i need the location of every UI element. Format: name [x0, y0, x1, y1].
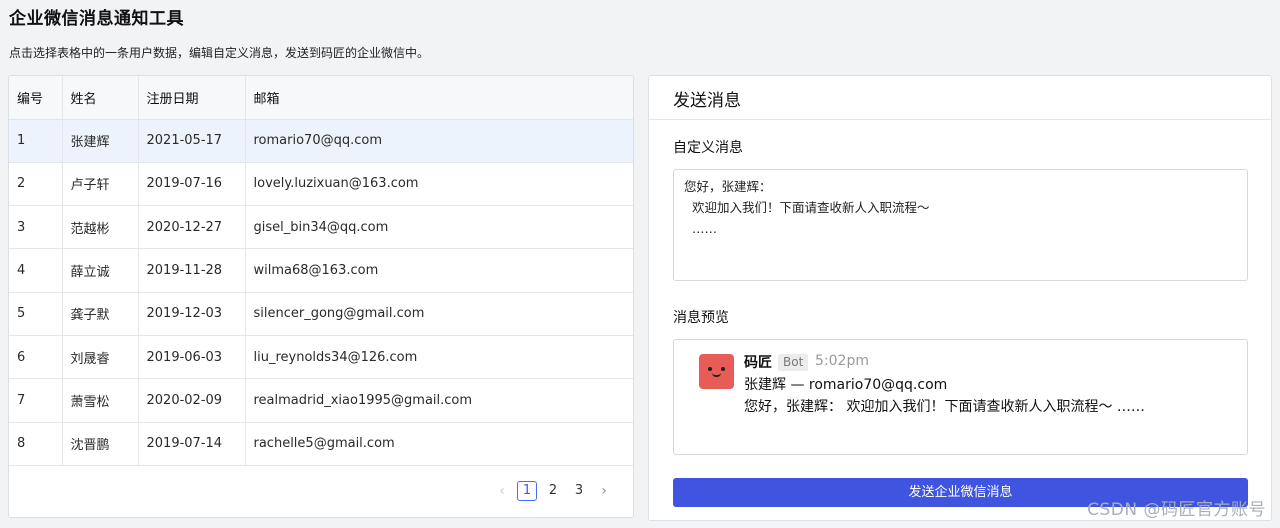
- cell-name: 薛立诚: [62, 248, 139, 293]
- cell-date: 2019-07-16: [138, 162, 246, 207]
- pagination: ‹ 1 2 3 ›: [493, 481, 613, 501]
- header-id[interactable]: 编号: [9, 76, 63, 120]
- table-row[interactable]: 7 萧雪松 2020-02-09 realmadrid_xiao1995@gma…: [9, 378, 633, 423]
- cell-email: gisel_bin34@qq.com: [245, 205, 633, 250]
- table-row[interactable]: 3 范越彬 2020-12-27 gisel_bin34@qq.com: [9, 205, 633, 250]
- cell-email: lovely.luzixuan@163.com: [245, 162, 633, 207]
- cell-email: rachelle5@gmail.com: [245, 422, 633, 466]
- cell-date: 2021-05-17: [138, 119, 246, 163]
- page-subtitle: 点击选择表格中的一条用户数据，编辑自定义消息，发送到码匠的企业微信中。: [9, 46, 430, 60]
- cell-id: 6: [9, 335, 63, 380]
- cell-email: realmadrid_xiao1995@gmail.com: [245, 378, 633, 423]
- header-email[interactable]: 邮箱: [245, 76, 633, 120]
- avatar-eye-icon: [721, 367, 725, 371]
- header-name[interactable]: 姓名: [62, 76, 139, 120]
- table-row[interactable]: 6 刘晟睿 2019-06-03 liu_reynolds34@126.com: [9, 335, 633, 380]
- send-message-panel: 发送消息 自定义消息 您好，张建辉： 欢迎加入我们！下面请查收新人入职流程～ ……: [648, 75, 1272, 521]
- cell-email: wilma68@163.com: [245, 248, 633, 293]
- cell-name: 刘晟睿: [62, 335, 139, 380]
- preview-recipient-line: 张建辉 — romario70@qq.com: [744, 377, 948, 393]
- page-button-2[interactable]: 2: [543, 481, 563, 501]
- page-button-1[interactable]: 1: [517, 481, 537, 501]
- csdn-watermark: CSDN @码匠官方账号: [1087, 500, 1266, 520]
- preview-message-line: 您好，张建辉： 欢迎加入我们！下面请查收新人入职流程～ ……: [744, 399, 1145, 415]
- cell-id: 3: [9, 205, 63, 250]
- cell-date: 2020-12-27: [138, 205, 246, 250]
- table-row[interactable]: 1 张建辉 2021-05-17 romario70@qq.com: [9, 119, 633, 163]
- cell-id: 7: [9, 378, 63, 423]
- cell-id: 8: [9, 422, 63, 466]
- cell-name: 范越彬: [62, 205, 139, 250]
- user-table-panel: 编号 姓名 注册日期 邮箱 1 张建辉 2021-05-17 romario70…: [8, 75, 634, 518]
- cell-name: 张建辉: [62, 119, 139, 163]
- table-row[interactable]: 5 龚子默 2019-12-03 silencer_gong@gmail.com: [9, 292, 633, 336]
- cell-date: 2019-12-03: [138, 292, 246, 336]
- cell-name: 龚子默: [62, 292, 139, 336]
- bot-avatar: [699, 354, 734, 389]
- bot-badge: Bot: [778, 354, 809, 371]
- cell-date: 2020-02-09: [138, 378, 246, 423]
- custom-message-textarea[interactable]: 您好，张建辉： 欢迎加入我们！下面请查收新人入职流程～ ……: [673, 169, 1248, 281]
- message-preview-label: 消息预览: [673, 310, 729, 326]
- cell-date: 2019-07-14: [138, 422, 246, 466]
- cell-email: liu_reynolds34@126.com: [245, 335, 633, 380]
- cell-email: silencer_gong@gmail.com: [245, 292, 633, 336]
- cell-id: 1: [9, 119, 63, 163]
- cell-id: 2: [9, 162, 63, 207]
- next-page-icon[interactable]: ›: [595, 483, 613, 499]
- message-time: 5:02pm: [815, 353, 869, 369]
- custom-message-label: 自定义消息: [673, 140, 743, 156]
- header-date[interactable]: 注册日期: [138, 76, 246, 120]
- send-panel-title: 发送消息: [649, 76, 1271, 120]
- cell-name: 萧雪松: [62, 378, 139, 423]
- cell-id: 5: [9, 292, 63, 336]
- page-button-3[interactable]: 3: [569, 481, 589, 501]
- table-row[interactable]: 8 沈晋鹏 2019-07-14 rachelle5@gmail.com: [9, 422, 633, 466]
- table-row[interactable]: 2 卢子轩 2019-07-16 lovely.luzixuan@163.com: [9, 162, 633, 207]
- page-title: 企业微信消息通知工具: [9, 9, 184, 29]
- avatar-mouth-icon: [712, 373, 721, 377]
- prev-page-icon[interactable]: ‹: [493, 483, 511, 499]
- user-table: 编号 姓名 注册日期 邮箱 1 张建辉 2021-05-17 romario70…: [9, 76, 633, 466]
- cell-name: 沈晋鹏: [62, 422, 139, 466]
- cell-email: romario70@qq.com: [245, 119, 633, 163]
- cell-id: 4: [9, 248, 63, 293]
- bot-name: 码匠: [744, 355, 772, 371]
- table-row[interactable]: 4 薛立诚 2019-11-28 wilma68@163.com: [9, 248, 633, 293]
- avatar-eye-icon: [708, 367, 712, 371]
- cell-date: 2019-06-03: [138, 335, 246, 380]
- table-header-row: 编号 姓名 注册日期 邮箱: [9, 76, 633, 120]
- cell-name: 卢子轩: [62, 162, 139, 207]
- cell-date: 2019-11-28: [138, 248, 246, 293]
- message-preview-box: 码匠 Bot 5:02pm 张建辉 — romario70@qq.com 您好，…: [673, 339, 1248, 455]
